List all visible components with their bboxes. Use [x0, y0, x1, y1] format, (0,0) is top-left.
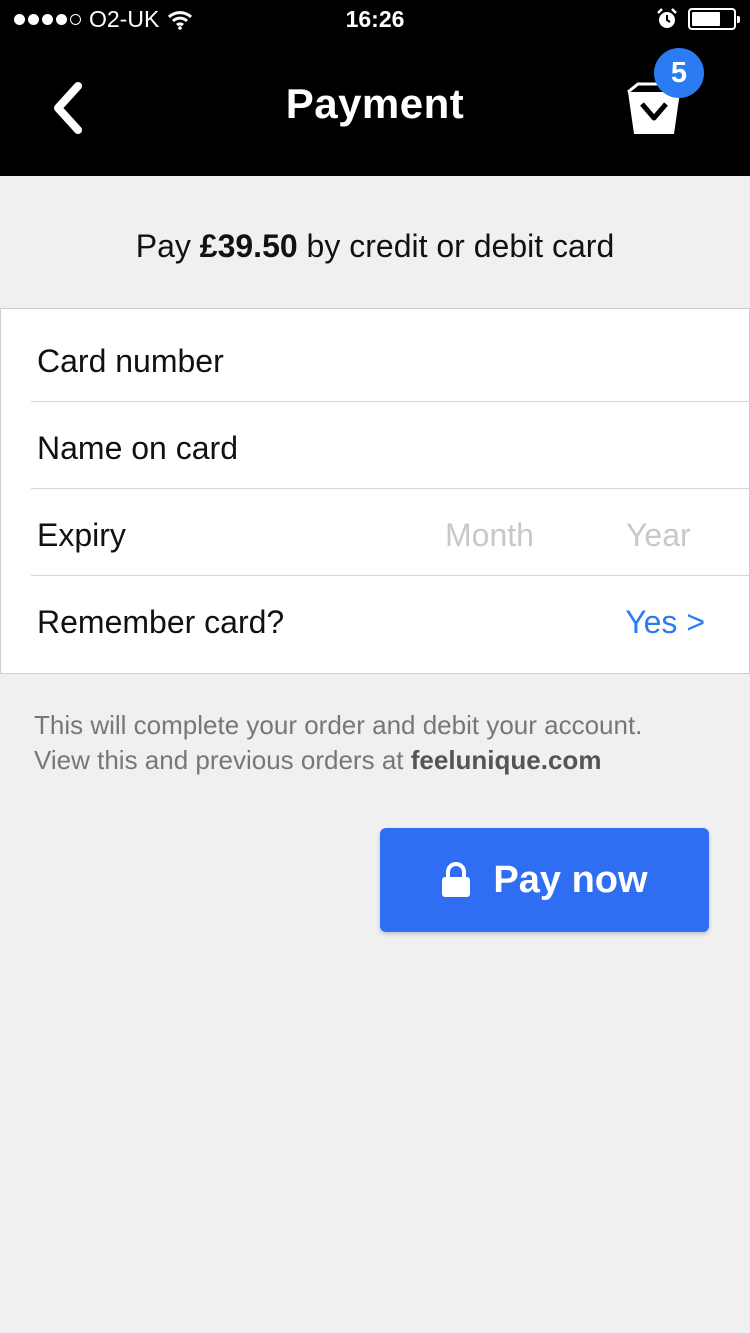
remember-card-row[interactable]: Remember card? Yes >	[31, 576, 749, 663]
card-number-label: Card number	[37, 343, 224, 379]
basket-button[interactable]: 5	[614, 48, 704, 150]
summary-suffix: by credit or debit card	[297, 228, 615, 264]
alarm-icon	[657, 8, 677, 28]
pay-now-label: Pay now	[493, 858, 648, 901]
order-info-text: This will complete your order and debit …	[34, 708, 724, 778]
payment-amount: £39.50	[199, 228, 298, 264]
info-line-2-prefix: View this and previous orders at	[34, 745, 411, 775]
info-line-1: This will complete your order and debit …	[34, 710, 643, 740]
battery-icon	[688, 8, 740, 30]
expiry-row: Expiry Month Year	[31, 489, 749, 576]
expiry-year-input[interactable]: Year	[626, 517, 691, 554]
payment-summary: Pay £39.50 by credit or debit card	[0, 228, 750, 265]
expiry-month-input[interactable]: Month	[445, 517, 534, 554]
nav-bar: Payment 5	[0, 40, 750, 176]
card-number-field[interactable]: Card number	[31, 315, 749, 402]
info-line-2: View this and previous orders at feeluni…	[34, 743, 724, 778]
expiry-label: Expiry	[37, 517, 126, 553]
name-on-card-field[interactable]: Name on card	[31, 402, 749, 489]
name-on-card-label: Name on card	[37, 430, 238, 466]
status-time: 16:26	[345, 6, 405, 32]
lock-icon	[442, 862, 471, 897]
summary-prefix: Pay	[135, 228, 200, 264]
status-right	[656, 8, 740, 30]
card-form: Card number Name on card Expiry Month Ye…	[0, 308, 750, 674]
status-bar: O2-UK 16:26	[0, 0, 750, 40]
pay-now-button[interactable]: Pay now	[380, 828, 709, 932]
site-link: feelunique.com	[410, 745, 602, 775]
remember-card-toggle[interactable]: Yes >	[625, 604, 705, 641]
basket-count-badge: 5	[654, 48, 704, 98]
remember-card-label: Remember card?	[37, 604, 285, 640]
